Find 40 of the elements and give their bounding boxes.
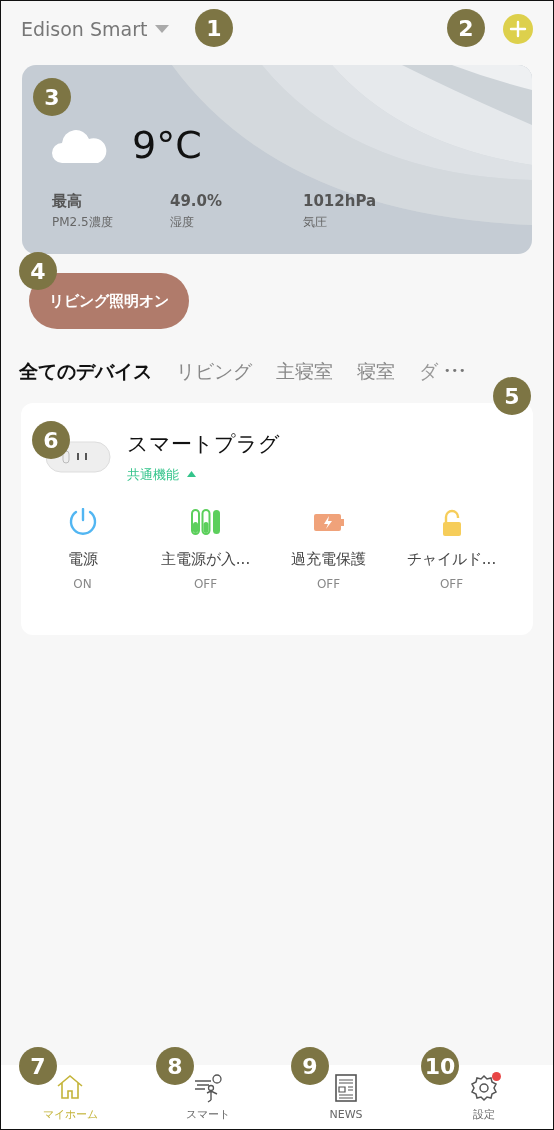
room-tab[interactable]: リビング bbox=[176, 356, 252, 386]
temperature: 9°C bbox=[132, 122, 202, 169]
gear-icon bbox=[469, 1073, 499, 1103]
stat-label: 湿度 bbox=[170, 213, 195, 231]
plus-icon bbox=[509, 20, 527, 38]
room-tab[interactable]: 主寝室 bbox=[276, 356, 333, 386]
stat-value: 最高 bbox=[52, 191, 83, 212]
switches-icon[interactable] bbox=[189, 508, 222, 538]
add-button[interactable] bbox=[503, 14, 533, 44]
callout-marker: 5 bbox=[493, 377, 531, 415]
function-label: 過充電保護 bbox=[291, 549, 366, 570]
callout-marker: 9 bbox=[291, 1047, 329, 1085]
room-tab[interactable]: 寝室 bbox=[357, 356, 395, 386]
callout-marker: 2 bbox=[447, 9, 485, 47]
dropdown-caret-icon[interactable] bbox=[155, 25, 170, 33]
callout-marker: 1 bbox=[195, 9, 233, 47]
function-status: OFF bbox=[316, 575, 341, 593]
callout-marker: 10 bbox=[421, 1047, 459, 1085]
function-label: 電源 bbox=[67, 549, 98, 570]
stat-value: 49.0% bbox=[170, 191, 224, 212]
function-status: OFF bbox=[193, 575, 218, 593]
callout-marker: 8 bbox=[156, 1047, 194, 1085]
home-name[interactable]: Edison Smart bbox=[21, 14, 148, 44]
stat-label: PM2.5濃度 bbox=[52, 213, 114, 231]
stat-value: 1012hPa bbox=[303, 191, 378, 212]
function-status: ON bbox=[73, 575, 92, 593]
function-label: 主電源が入... bbox=[160, 549, 251, 570]
room-tab[interactable]: 全てのデバイス bbox=[19, 356, 152, 386]
callout-marker: 4 bbox=[19, 252, 57, 290]
cloud-icon bbox=[52, 128, 108, 163]
callout-marker: 7 bbox=[19, 1047, 57, 1085]
device-name: スマートプラグ bbox=[127, 431, 280, 458]
stat-label: 気圧 bbox=[303, 213, 328, 231]
function-label: チャイルド... bbox=[406, 549, 497, 570]
more-button[interactable]: ••• bbox=[444, 362, 467, 380]
function-status: OFF bbox=[439, 575, 464, 593]
notification-dot bbox=[492, 1072, 501, 1081]
common-functions-toggle[interactable]: 共通機能 bbox=[127, 464, 196, 484]
room-tab[interactable]: ダ bbox=[419, 356, 438, 386]
person-with-board-icon bbox=[193, 1073, 223, 1103]
